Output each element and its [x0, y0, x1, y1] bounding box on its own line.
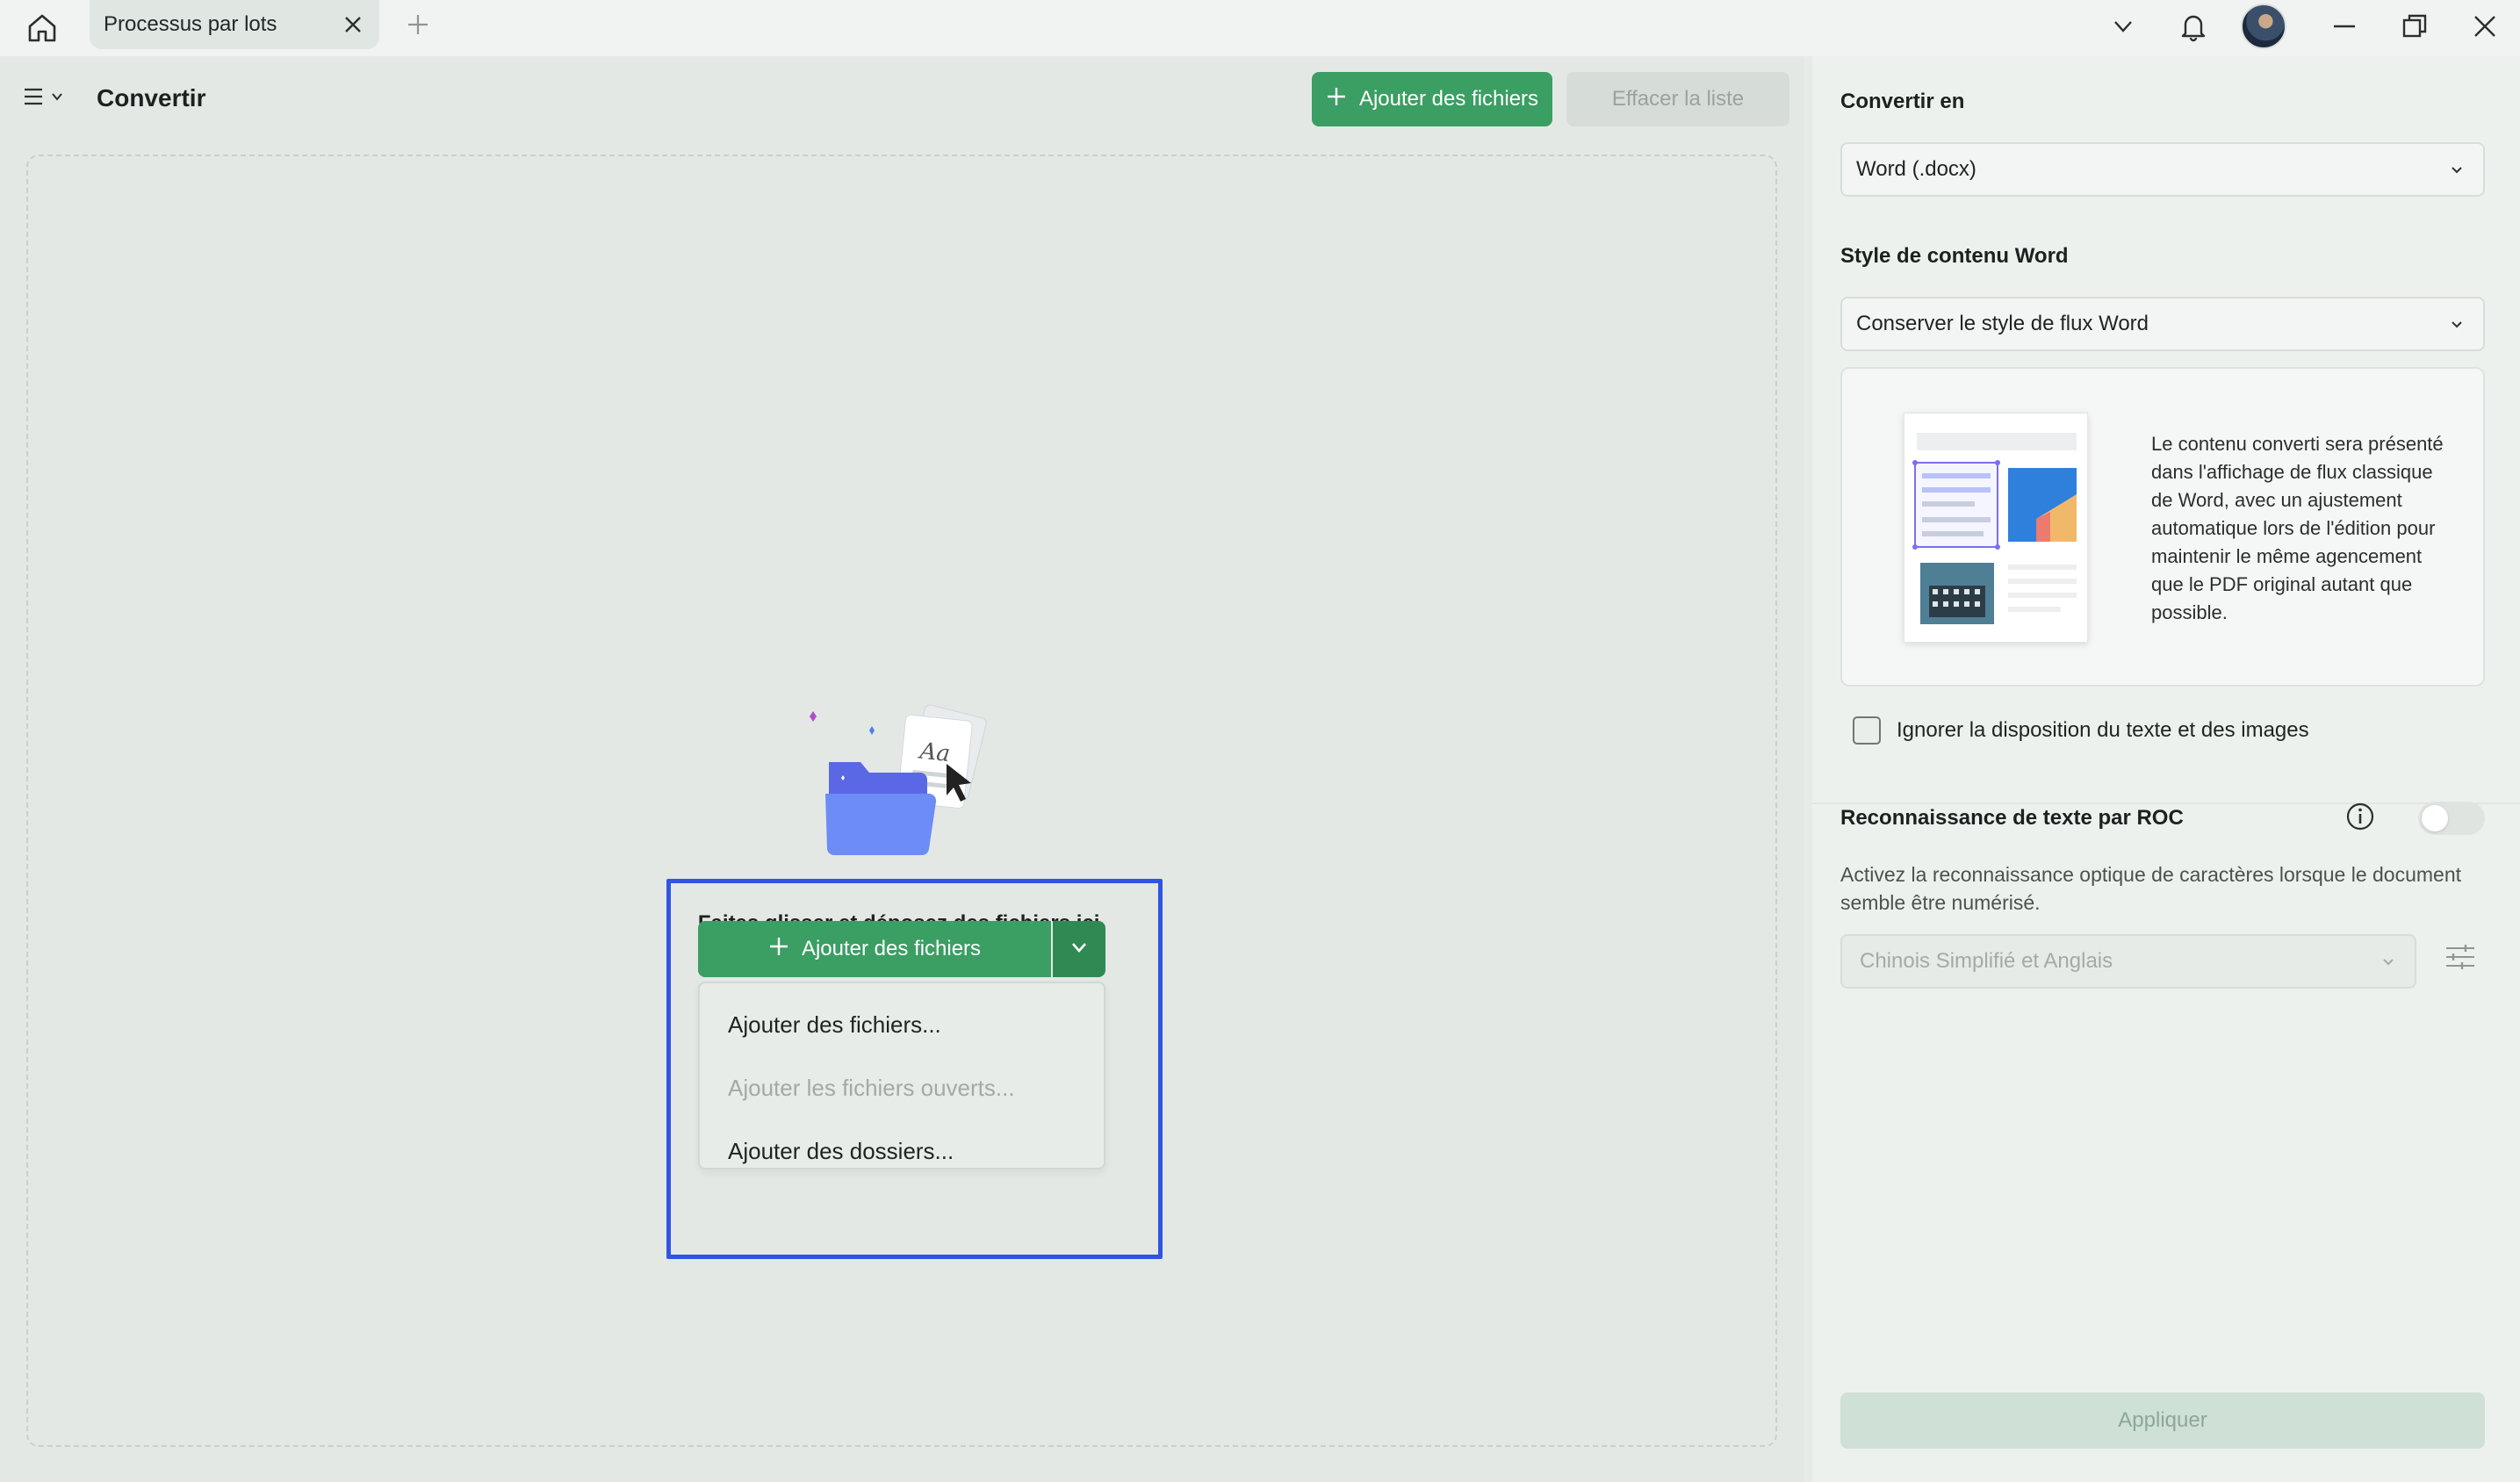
- clear-list-label: Effacer la liste: [1611, 87, 1745, 111]
- chevron-down-icon: [1069, 938, 1089, 961]
- plus-icon: [1326, 86, 1347, 113]
- settings-panel: Convertir en Word (.docx) Style de conte…: [1812, 56, 2520, 1482]
- add-files-main-button[interactable]: Ajouter des fichiers: [698, 921, 1051, 977]
- ocr-toggle[interactable]: [2418, 802, 2485, 835]
- toggle-knob: [2422, 805, 2448, 831]
- menu-item-add-folders[interactable]: Ajouter des dossiers...: [728, 1138, 954, 1165]
- hamburger-icon: [23, 86, 44, 112]
- close-icon[interactable]: [339, 11, 367, 39]
- word-style-heading: Style de contenu Word: [1840, 244, 2069, 268]
- ocr-heading: Reconnaissance de texte par ROC: [1840, 806, 2184, 830]
- document-preview-thumbnail: [1904, 413, 2088, 643]
- page-title: Convertir: [97, 84, 206, 112]
- ignore-layout-label: Ignorer la disposition du texte et des i…: [1897, 718, 2309, 742]
- ignore-layout-checkbox[interactable]: [1853, 716, 1881, 745]
- ocr-language-select: Chinois Simplifié et Anglais: [1840, 934, 2416, 989]
- add-files-dropdown-toggle[interactable]: [1051, 921, 1105, 977]
- ocr-language-value: Chinois Simplifié et Anglais: [1860, 949, 2113, 973]
- apply-button: Appliquer: [1840, 1392, 2485, 1449]
- chevron-down-icon: [51, 90, 63, 107]
- chevron-down-icon[interactable]: [2104, 7, 2142, 46]
- chevron-down-icon: [2378, 952, 2399, 973]
- apply-label: Appliquer: [2118, 1408, 2207, 1432]
- add-files-main-label: Ajouter des fichiers: [801, 937, 982, 960]
- menu-item-add-files[interactable]: Ajouter des fichiers...: [728, 1011, 941, 1039]
- chevron-down-icon: [2446, 160, 2467, 181]
- chevron-down-icon: [2446, 314, 2467, 335]
- convert-to-select[interactable]: Word (.docx): [1840, 142, 2485, 197]
- word-style-value: Conserver le style de flux Word: [1856, 312, 2149, 335]
- files-folder-illustration: Aa: [799, 680, 1010, 873]
- add-files-label: Ajouter des fichiers: [1358, 87, 1539, 111]
- close-window-icon[interactable]: [2466, 7, 2504, 46]
- tab-batch-process[interactable]: Processus par lots: [90, 0, 379, 49]
- add-files-button[interactable]: Ajouter des fichiers: [1312, 72, 1552, 126]
- avatar[interactable]: [2241, 4, 2286, 49]
- add-files-split-button: Ajouter des fichiers: [698, 921, 1105, 977]
- minimize-icon[interactable]: [2325, 7, 2364, 46]
- svg-text:Aa: Aa: [917, 737, 951, 767]
- convert-to-value: Word (.docx): [1856, 157, 1976, 181]
- main-panel: Convertir Ajouter des fichiers Effacer l…: [0, 56, 1804, 1482]
- menu-item-add-open-files: Ajouter les fichiers ouverts...: [728, 1075, 1015, 1101]
- plus-icon: [768, 936, 789, 963]
- convert-to-heading: Convertir en: [1840, 90, 1965, 113]
- settings-sliders-icon: [2441, 938, 2480, 976]
- info-icon[interactable]: [2344, 801, 2376, 832]
- app-window: Processus par lots Convertir Ajouter des…: [0, 0, 2520, 1482]
- clear-list-button[interactable]: Effacer la liste: [1566, 72, 1789, 126]
- add-files-dropdown-menu: Ajouter des fichiers... Ajouter les fich…: [698, 982, 1105, 1169]
- style-description: Le contenu converti sera présenté dans l…: [2151, 433, 2444, 623]
- plus-icon[interactable]: [402, 9, 434, 40]
- word-style-select[interactable]: Conserver le style de flux Word: [1840, 297, 2485, 351]
- menu-toggle[interactable]: [23, 81, 76, 116]
- bell-icon[interactable]: [2174, 7, 2213, 46]
- home-icon[interactable]: [19, 5, 65, 51]
- ocr-description: Activez la reconnaissance optique de car…: [1840, 863, 2462, 914]
- style-preview-card: Le contenu converti sera présenté dans l…: [1840, 367, 2485, 687]
- restore-icon[interactable]: [2395, 7, 2434, 46]
- section-divider: [1812, 802, 2520, 804]
- ignore-layout-option: Ignorer la disposition du texte et des i…: [1853, 716, 2309, 745]
- tab-label: Processus par lots: [104, 12, 277, 36]
- title-bar: Processus par lots: [0, 0, 2520, 56]
